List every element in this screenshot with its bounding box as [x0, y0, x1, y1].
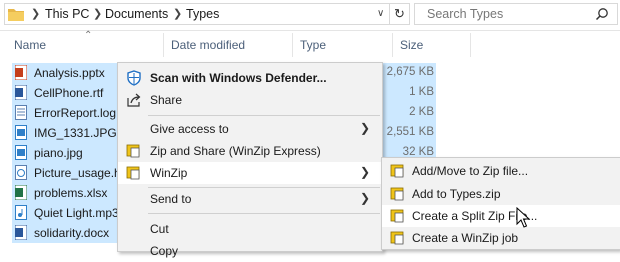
submenu-item-add-move-zip[interactable]: Add/Move to Zip file... [382, 160, 620, 182]
share-icon [127, 93, 141, 107]
winzip-icon [126, 166, 140, 180]
column-divider[interactable] [470, 33, 471, 57]
context-menu: Scan with Windows Defender... Share Give… [117, 62, 383, 258]
file-size: 2,551 KB [386, 126, 434, 138]
word-file-icon [15, 85, 27, 100]
menu-item-label: Copy [150, 244, 179, 258]
search-input[interactable]: Search Types [414, 3, 618, 25]
file-size: 2,675 KB [386, 66, 434, 78]
menu-item-zip-and-share[interactable]: Zip and Share (WinZip Express) [118, 140, 382, 162]
file-name: CellPhone.rtf [34, 86, 104, 100]
menu-item-label: Give access to [150, 122, 229, 136]
chevron-right-icon: ❯ [359, 191, 370, 205]
submenu-item-add-to-types-zip[interactable]: Add to Types.zip [382, 183, 620, 205]
excel-file-icon [15, 185, 27, 200]
menu-separator [148, 115, 380, 116]
powerpoint-file-icon [15, 65, 27, 80]
file-name: solidarity.docx [34, 226, 110, 240]
column-headers: ⌃ Name Date modified Type Size [0, 30, 620, 58]
breadcrumb-this-pc[interactable]: This PC [45, 7, 89, 21]
submenu-item-create-split-zip[interactable]: Create a Split Zip File... [382, 205, 620, 227]
image-file-icon [15, 125, 27, 140]
web-file-icon [15, 165, 27, 180]
file-size: 1 KB [409, 86, 434, 98]
refresh-icon[interactable]: ↻ [390, 3, 410, 25]
column-divider[interactable] [292, 33, 293, 57]
column-name[interactable]: Name [14, 38, 46, 52]
menu-item-send-to[interactable]: Send to ❯ [118, 188, 382, 210]
breadcrumb-documents[interactable]: Documents [105, 7, 168, 21]
menu-item-label: Send to [150, 192, 192, 206]
chevron-right-icon[interactable]: ❯ [93, 7, 102, 20]
chevron-down-icon[interactable]: ∨ [377, 8, 384, 19]
submenu-item-label: Add to Types.zip [412, 187, 501, 201]
audio-file-icon [15, 205, 27, 220]
column-size[interactable]: Size [400, 38, 423, 52]
menu-item-give-access[interactable]: Give access to ❯ [118, 118, 382, 140]
menu-separator [148, 213, 380, 214]
sort-ascending-icon: ⌃ [84, 30, 93, 41]
menu-item-label: Scan with Windows Defender... [150, 71, 327, 85]
winzip-icon [126, 144, 140, 158]
chevron-right-icon: ❯ [359, 165, 370, 179]
submenu-item-label: Create a WinZip job [412, 231, 519, 245]
file-name: Quiet Light.mp3 [34, 206, 119, 220]
file-name: Picture_usage.ht [34, 166, 125, 180]
winzip-icon [390, 164, 404, 178]
file-name: problems.xlsx [34, 186, 108, 200]
image-file-icon [15, 145, 27, 160]
breadcrumb[interactable]: ❯ This PC ❯ Documents ❯ Types ∨ [4, 3, 390, 25]
word-file-icon [15, 225, 27, 240]
file-name: piano.jpg [34, 146, 83, 160]
breadcrumb-types[interactable]: Types [186, 7, 219, 21]
folder-icon [8, 9, 24, 21]
column-divider[interactable] [163, 33, 164, 57]
search-placeholder: Search Types [427, 7, 504, 21]
menu-item-label: Cut [150, 222, 169, 236]
column-date-modified[interactable]: Date modified [171, 38, 245, 52]
file-name: ErrorReport.log [34, 106, 117, 120]
menu-item-share[interactable]: Share [118, 89, 382, 111]
chevron-right-icon: ❯ [359, 121, 370, 135]
mouse-cursor-icon [516, 207, 531, 228]
chevron-right-icon[interactable]: ❯ [173, 7, 182, 20]
address-bar: ❯ This PC ❯ Documents ❯ Types ∨ ↻ Search… [0, 0, 620, 31]
menu-item-label: WinZip [150, 166, 188, 180]
menu-item-copy[interactable]: Copy [118, 240, 382, 262]
file-name: IMG_1331.JPG [34, 126, 117, 140]
menu-item-label: Share [150, 93, 183, 107]
file-size: 2 KB [409, 106, 434, 118]
windows-defender-icon [127, 70, 141, 86]
menu-item-cut[interactable]: Cut [118, 218, 382, 240]
text-file-icon [15, 105, 27, 120]
submenu-item-label: Add/Move to Zip file... [412, 164, 529, 178]
menu-item-label: Zip and Share (WinZip Express) [150, 144, 321, 158]
winzip-icon [390, 231, 404, 245]
menu-item-scan-defender[interactable]: Scan with Windows Defender... [118, 67, 382, 89]
chevron-right-icon[interactable]: ❯ [31, 7, 40, 20]
winzip-icon [390, 187, 404, 201]
winzip-submenu: Add/Move to Zip file... Add to Types.zip… [381, 157, 620, 250]
search-icon [595, 8, 608, 21]
column-divider[interactable] [392, 33, 393, 57]
menu-item-winzip[interactable]: WinZip ❯ [118, 162, 382, 184]
column-type[interactable]: Type [300, 38, 326, 52]
submenu-item-create-winzip-job[interactable]: Create a WinZip job [382, 227, 620, 249]
file-name: Analysis.pptx [34, 66, 105, 80]
winzip-icon [390, 209, 404, 223]
